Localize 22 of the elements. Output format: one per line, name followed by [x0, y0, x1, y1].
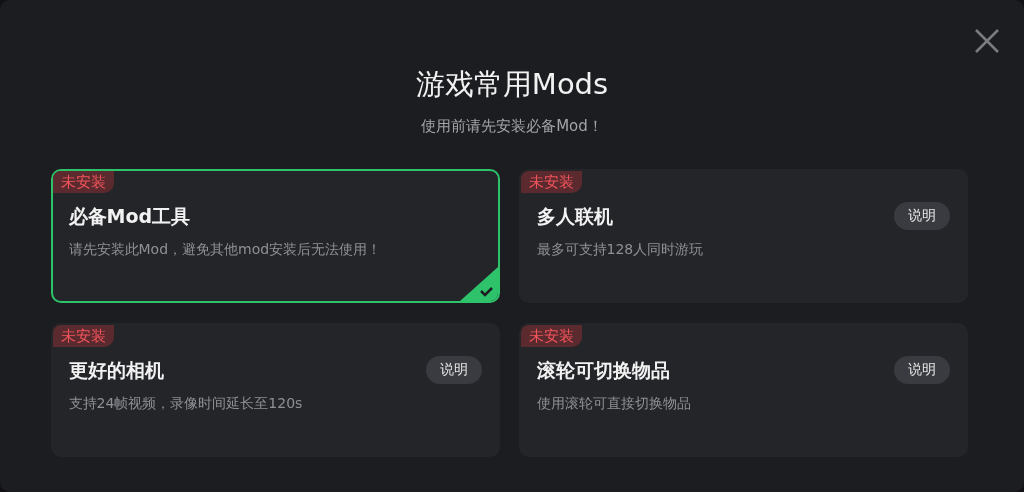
status-badge: 未安装: [520, 171, 582, 193]
mod-card[interactable]: 未安装 更好的相机 说明 支持24帧视频，录像时间延长至120s: [50, 323, 500, 457]
info-button[interactable]: 说明: [425, 356, 482, 384]
mod-name: 滚轮可切换物品: [536, 358, 670, 383]
mod-card[interactable]: 未安装 滚轮可切换物品 说明 使用滚轮可直接切换物品: [518, 323, 968, 457]
mod-name: 多人联机: [536, 204, 613, 229]
checkmark-corner-icon: [459, 267, 498, 301]
mod-name: 必备Mod工具: [68, 204, 191, 229]
mod-description: 支持24帧视频，录像时间延长至120s: [68, 394, 304, 413]
info-button[interactable]: 说明: [893, 356, 950, 384]
mod-description: 最多可支持128人同时游玩: [536, 240, 705, 259]
dialog-subtitle: 使用前请先安装必备Mod！: [421, 116, 603, 136]
status-badge: 未安装: [52, 325, 114, 347]
mod-card[interactable]: 未安装 必备Mod工具 请先安装此Mod，避免其他mod安装后无法使用！: [50, 169, 500, 303]
status-badge: 未安装: [520, 325, 582, 347]
dialog-title: 游戏常用Mods: [415, 66, 609, 103]
mod-name: 更好的相机: [68, 358, 164, 383]
info-button[interactable]: 说明: [893, 202, 950, 230]
mod-card[interactable]: 未安装 多人联机 说明 最多可支持128人同时游玩: [518, 169, 968, 303]
mod-description: 使用滚轮可直接切换物品: [536, 394, 692, 413]
status-badge: 未安装: [52, 171, 114, 193]
mod-description: 请先安装此Mod，避免其他mod安装后无法使用！: [68, 240, 383, 259]
